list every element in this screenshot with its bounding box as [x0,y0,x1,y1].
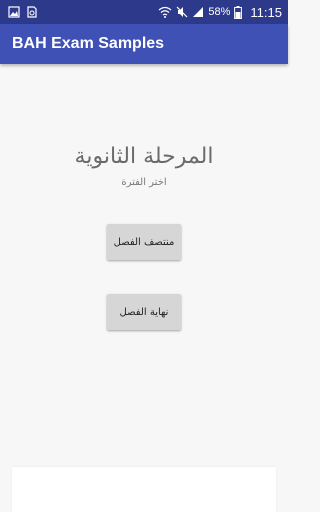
mute-icon [176,6,188,18]
image-icon [8,6,20,18]
battery-percent: 58% [208,6,231,18]
file-sync-icon [26,6,38,18]
midterm-button[interactable]: منتصف الفصل [107,224,181,260]
app-bar: BAH Exam Samples [0,24,288,64]
battery-icon [234,5,243,19]
page-heading: المرحلة الثانوية [74,144,214,169]
app-title: BAH Exam Samples [12,35,165,52]
status-right: 58% 11:15 [158,5,288,20]
clock: 11:15 [250,4,282,20]
final-term-button[interactable]: نهاية الفصل [107,294,181,330]
signal-icon [192,6,204,18]
status-left [0,6,38,18]
status-bar: 58% 11:15 [0,0,288,24]
page-subheading: اختر الفترة [121,177,167,188]
wifi-icon [158,6,172,18]
bottom-card [12,467,276,512]
